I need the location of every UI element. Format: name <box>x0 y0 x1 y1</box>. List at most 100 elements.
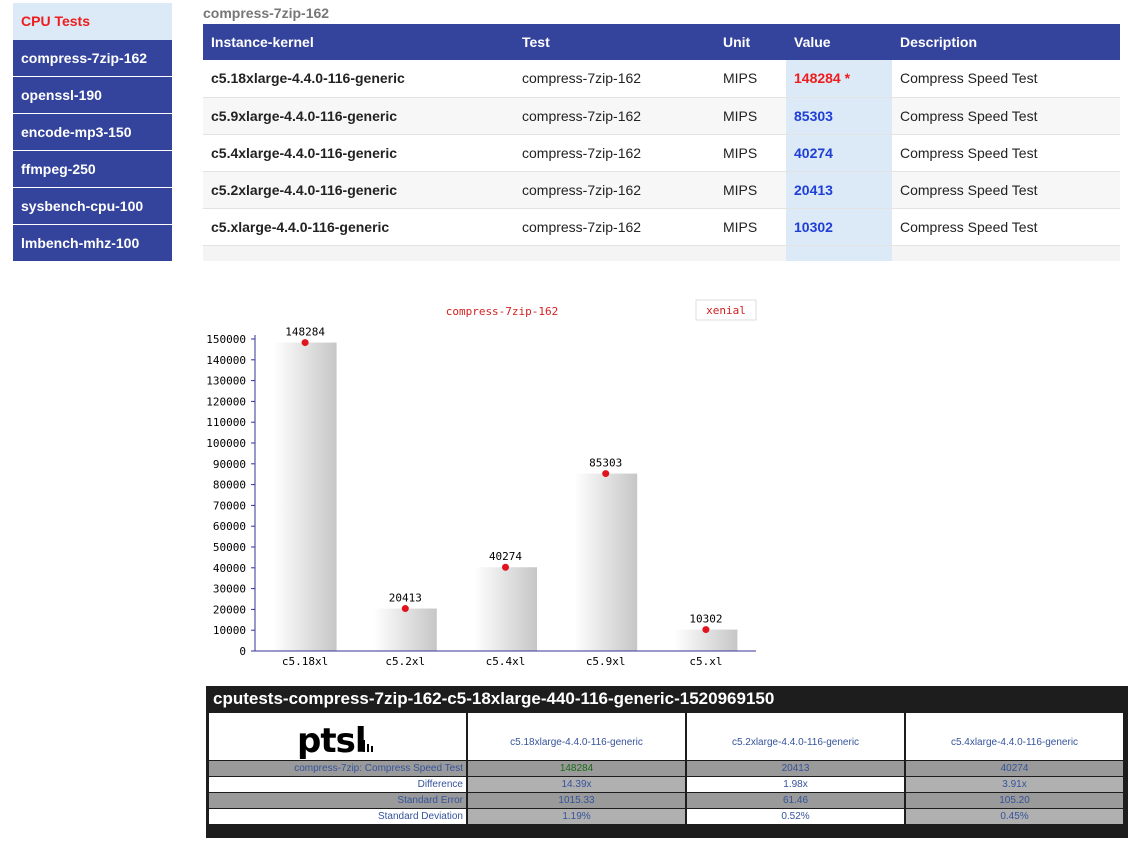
value-cell: 85303 <box>786 97 892 135</box>
column-header-unit: Unit <box>715 24 786 60</box>
x-axis: c5.18xl c5.2xl c5.4xl c5.9xl c5.xl <box>255 650 756 668</box>
bar-marker <box>401 605 409 613</box>
unit-cell: MIPS <box>715 171 786 209</box>
sidebar-item-openssl[interactable]: openssl-190 <box>13 77 172 114</box>
y-tick-label: 120000 <box>206 395 246 408</box>
value-cell: 20413 <box>786 171 892 209</box>
pts-title: cputests-compress-7zip-162-c5-18xlarge-4… <box>213 689 775 708</box>
y-tick-label: 130000 <box>206 375 246 388</box>
sidebar-heading[interactable]: CPU Tests <box>13 3 172 40</box>
bar <box>474 567 537 651</box>
bar <box>373 608 437 651</box>
pts-row-label: Difference <box>209 777 466 792</box>
pts-row-difference: Difference 14.39x 1.98x 3.91x <box>209 777 1128 792</box>
pts-row-standard-error: Standard Error 1015.33 61.46 105.20 <box>209 793 1128 808</box>
test-cell: compress-7zip-162 <box>514 97 715 135</box>
pts-cell: 148284 <box>468 761 685 776</box>
pts-cell: 1.19% <box>468 809 685 824</box>
unit-cell: MIPS <box>715 208 786 246</box>
y-tick-label: 100000 <box>206 437 246 450</box>
column-header-description: Description <box>892 24 1120 60</box>
bar-marker <box>602 470 610 478</box>
value-cell: 10302 <box>786 208 892 246</box>
column-header-instance: Instance-kernel <box>203 24 514 60</box>
y-tick-label: 70000 <box>213 499 246 512</box>
bar <box>273 342 337 651</box>
unit-cell: MIPS <box>715 134 786 172</box>
table-row: c5.4xlarge-4.4.0-116-generic compress-7z… <box>203 134 1120 172</box>
data-label: 10302 <box>689 613 722 626</box>
pts-cell: 40274 <box>906 761 1123 776</box>
y-tick-label: 90000 <box>213 458 246 471</box>
bars: 148284 20413 40274 85303 10302 <box>273 326 738 651</box>
sidebar-item-lmbench-mhz[interactable]: lmbench-mhz-100 <box>13 225 172 261</box>
pts-cell: 61.46 <box>687 793 904 808</box>
y-tick-label: 20000 <box>213 603 246 616</box>
pts-row-label: Standard Error <box>209 793 466 808</box>
y-tick-label: 80000 <box>213 479 246 492</box>
section-title: compress-7zip-162 <box>203 5 330 21</box>
x-tick-label: c5.xl <box>689 655 722 668</box>
table-row: c5.18xlarge-4.4.0-116-generic compress-7… <box>203 60 1120 98</box>
legend-label: xenial <box>706 304 746 317</box>
y-tick-label: 110000 <box>206 416 246 429</box>
y-axis: 0 10000 20000 30000 40000 50000 60000 70000 8000… <box>206 333 256 658</box>
description-cell: Compress Speed Test <box>892 134 1120 172</box>
pts-cell: 1.98x <box>687 777 904 792</box>
results-table: Instance-kernel Test Unit Value Descript… <box>203 24 1120 261</box>
y-tick-label: 0 <box>239 645 246 658</box>
description-cell: Compress Speed Test <box>892 97 1120 135</box>
pts-result-panel: cputests-compress-7zip-162-c5-18xlarge-4… <box>206 686 1128 838</box>
bar <box>574 473 638 651</box>
y-tick-label: 50000 <box>213 541 246 554</box>
y-tick-label: 140000 <box>206 354 246 367</box>
bar-marker <box>301 339 309 347</box>
data-label: 85303 <box>589 457 622 470</box>
pts-cell: 105.20 <box>906 793 1123 808</box>
svg-text:ptsl: ptsl <box>297 721 365 760</box>
x-tick-label: c5.2xl <box>385 655 425 668</box>
pts-cell: 3.91x <box>906 777 1123 792</box>
x-tick-label: c5.9xl <box>586 655 626 668</box>
y-tick-label: 40000 <box>213 562 246 575</box>
sidebar-item-ffmpeg[interactable]: ffmpeg-250 <box>13 151 172 188</box>
test-cell: compress-7zip-162 <box>514 171 715 209</box>
pts-logo: ptsl <box>209 713 466 761</box>
x-tick-label: c5.18xl <box>282 655 328 668</box>
instance-cell: c5.18xlarge-4.4.0-116-generic <box>203 60 514 98</box>
column-header-value: Value <box>786 24 892 60</box>
data-label: 148284 <box>285 326 325 339</box>
sidebar-item-encode-mp3[interactable]: encode-mp3-150 <box>13 114 172 151</box>
pts-row-standard-deviation: Standard Deviation 1.19% 0.52% 0.45% <box>209 809 1128 824</box>
column-header-test: Test <box>514 24 715 60</box>
instance-cell: c5.xlarge-4.4.0-116-generic <box>203 208 514 246</box>
table-header-row: Instance-kernel Test Unit Value Descript… <box>203 24 1120 60</box>
sidebar-item-sysbench-cpu[interactable]: sysbench-cpu-100 <box>13 188 172 225</box>
description-cell: Compress Speed Test <box>892 171 1120 209</box>
test-cell: compress-7zip-162 <box>514 134 715 172</box>
sidebar-item-compress-7zip[interactable]: compress-7zip-162 <box>13 40 172 77</box>
instance-cell: c5.4xlarge-4.4.0-116-generic <box>203 134 514 172</box>
data-label: 40274 <box>489 550 522 563</box>
pts-row-label: Standard Deviation <box>209 809 466 824</box>
value-cell: 40274 <box>786 134 892 172</box>
table-row: c5.2xlarge-4.4.0-116-generic compress-7z… <box>203 171 1120 209</box>
test-cell: compress-7zip-162 <box>514 60 715 98</box>
data-label: 20413 <box>389 592 422 605</box>
test-cell: compress-7zip-162 <box>514 208 715 246</box>
pts-footer <box>209 825 1128 838</box>
pts-cell: 0.52% <box>687 809 904 824</box>
pts-column-header: c5.2xlarge-4.4.0-116-generic <box>687 713 904 760</box>
bar-chart: compress-7zip-162 xenial 0 10000 20000 3000… <box>206 299 757 668</box>
instance-cell: c5.9xlarge-4.4.0-116-generic <box>203 97 514 135</box>
pts-row-label: compress-7zip: Compress Speed Test <box>209 761 466 776</box>
pts-column-header: c5.18xlarge-4.4.0-116-generic <box>468 713 685 760</box>
sidebar: CPU Tests compress-7zip-162 openssl-190 … <box>13 3 172 261</box>
pts-cell: 0.45% <box>906 809 1123 824</box>
bar-marker <box>702 626 710 634</box>
pts-cell: 20413 <box>687 761 904 776</box>
y-tick-label: 60000 <box>213 520 246 533</box>
pts-cell: 14.39x <box>468 777 685 792</box>
bar-marker <box>502 563 509 571</box>
y-tick-label: 150000 <box>206 333 246 346</box>
